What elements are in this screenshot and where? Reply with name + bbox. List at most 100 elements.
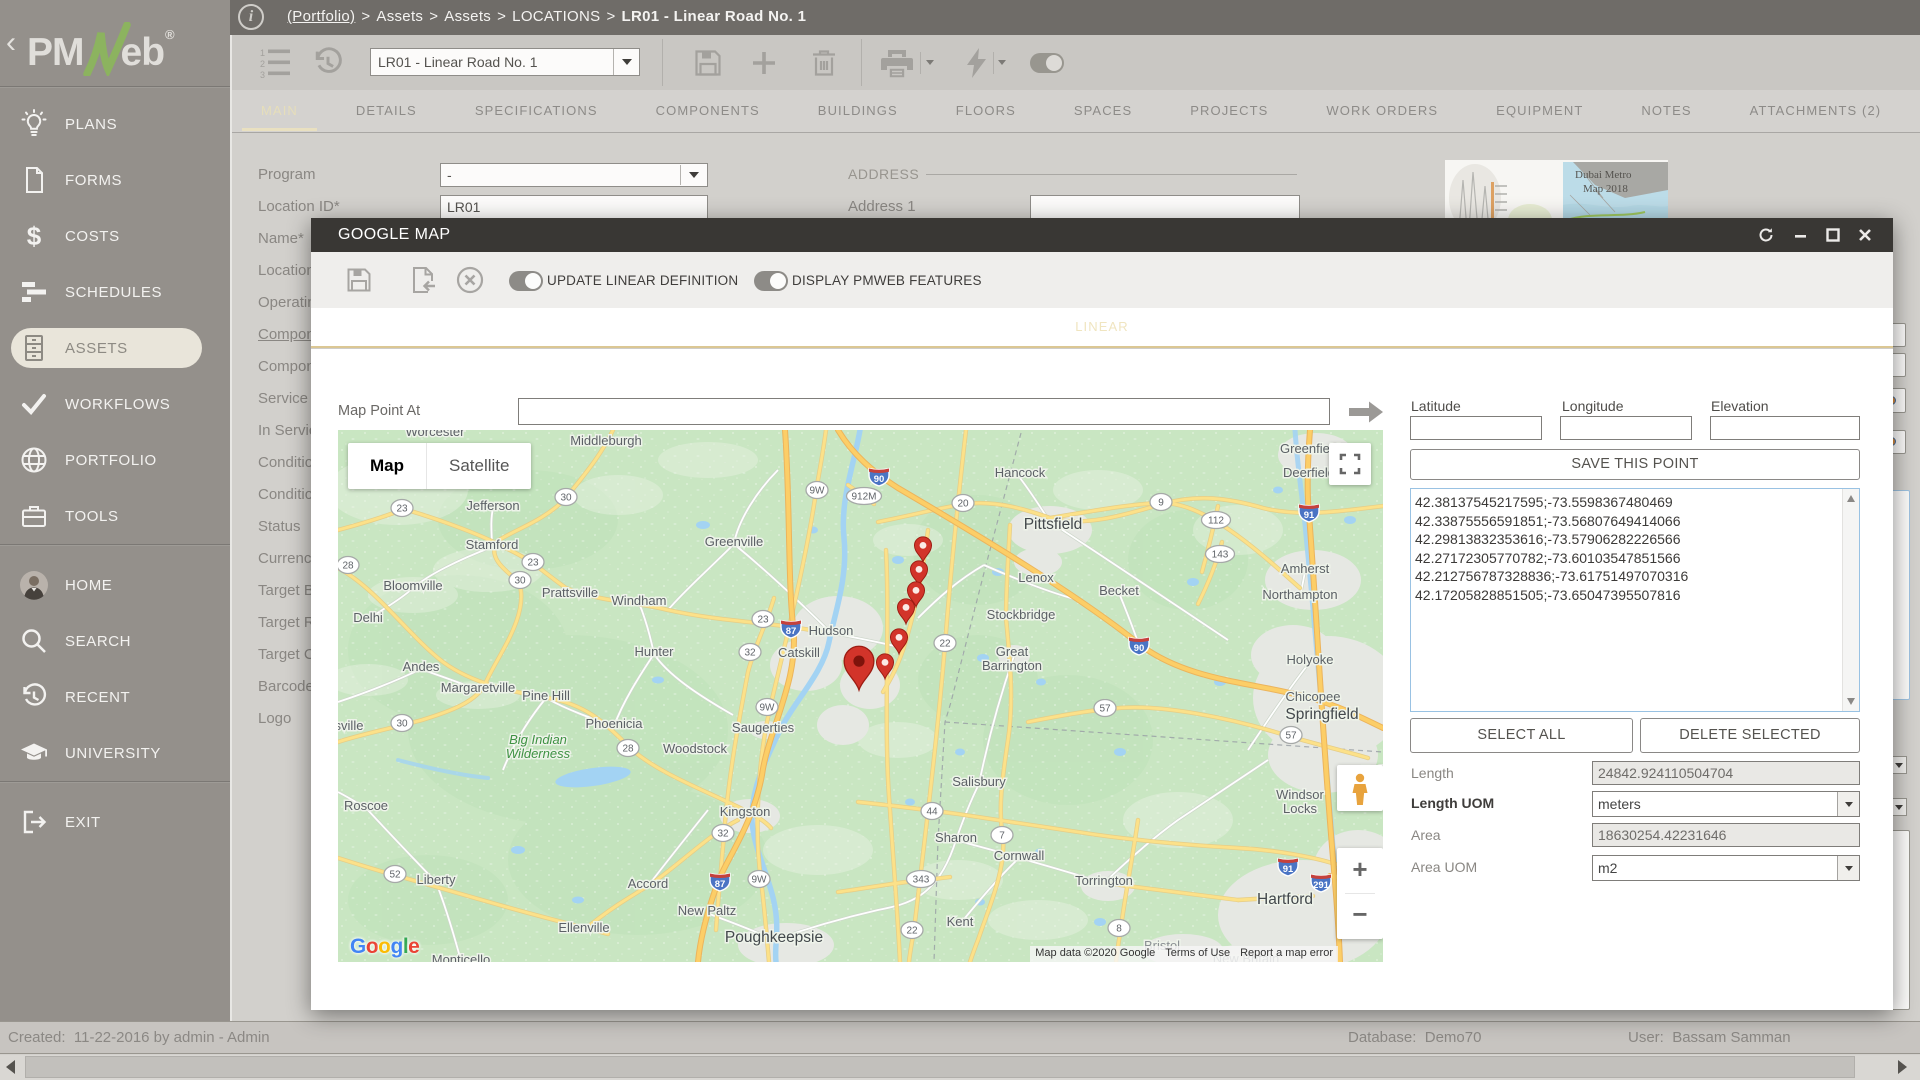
- map-zoom-out-button[interactable]: −: [1337, 899, 1383, 930]
- map-point-input[interactable]: [518, 398, 1330, 425]
- tab-work-orders[interactable]: WORK ORDERS: [1297, 90, 1467, 132]
- delete-selected-button[interactable]: DELETE SELECTED: [1640, 718, 1860, 753]
- breadcrumb-item[interactable]: (Portfolio): [287, 8, 355, 25]
- listbox-scroll-up-arrow[interactable]: [1847, 495, 1855, 502]
- latitude-input[interactable]: [1410, 416, 1542, 440]
- dialog-save-icon[interactable]: [344, 265, 374, 295]
- sidebar-item-tools[interactable]: TOOLS: [0, 488, 230, 544]
- sidebar-item-costs[interactable]: $ COSTS: [0, 208, 230, 264]
- save-this-point-button[interactable]: SAVE THIS POINT: [1410, 449, 1860, 480]
- area-uom-select[interactable]: m2: [1592, 855, 1860, 881]
- svg-text:91: 91: [1283, 864, 1294, 875]
- horizontal-scrollbar[interactable]: [0, 1055, 1920, 1080]
- tab-spaces[interactable]: SPACES: [1045, 90, 1161, 132]
- map-terms-link[interactable]: Terms of Use: [1160, 946, 1236, 962]
- map-town-label: Kingston: [720, 804, 771, 819]
- program-select-arrow[interactable]: [680, 165, 706, 185]
- sidebar-item-home[interactable]: HOME: [0, 557, 230, 613]
- tab-equipment[interactable]: EQUIPMENT: [1467, 90, 1612, 132]
- pmweb-logo[interactable]: PMWeb®: [27, 21, 175, 79]
- dialog-refresh-icon[interactable]: [1758, 227, 1774, 243]
- form-label: Service: [258, 390, 309, 407]
- sidebar-item-schedules[interactable]: SCHEDULES: [0, 264, 230, 320]
- area-uom-arrow[interactable]: [1837, 856, 1859, 880]
- save-icon[interactable]: [691, 47, 725, 79]
- info-icon[interactable]: i: [238, 4, 264, 30]
- location-id-input[interactable]: LR01: [440, 195, 708, 219]
- route-shield: 8: [1107, 918, 1131, 938]
- sidebar-item-label: HOME: [65, 576, 113, 594]
- record-select-arrow[interactable]: [613, 49, 639, 75]
- breadcrumb[interactable]: (Portfolio) > Assets > Assets > LOCATIONS > LR01…: [287, 8, 806, 25]
- print-dropdown-caret[interactable]: [926, 60, 934, 65]
- program-select[interactable]: -: [440, 163, 708, 187]
- map-type-map-button[interactable]: Map: [348, 443, 426, 489]
- listbox-scrollbar[interactable]: [1842, 489, 1859, 711]
- tab-floors[interactable]: FLOORS: [927, 90, 1045, 132]
- actions-dropdown-caret[interactable]: [998, 60, 1006, 65]
- scrollbar-thumb[interactable]: [25, 1056, 1855, 1078]
- tab-linear[interactable]: LINEAR: [1075, 308, 1129, 346]
- tab-projects[interactable]: PROJECTS: [1161, 90, 1297, 132]
- map-point-go-arrow-icon[interactable]: [1347, 397, 1385, 432]
- coordinates-listbox[interactable]: 42.38137545217595;-73.5598367480469 42.3…: [1410, 488, 1860, 712]
- print-icon[interactable]: [877, 48, 917, 80]
- sidebar-item-forms[interactable]: FORMS: [0, 152, 230, 208]
- dialog-minimize-icon[interactable]: [1793, 227, 1809, 243]
- length-uom-arrow[interactable]: [1837, 792, 1859, 816]
- sidebar-item-plans[interactable]: PLANS: [0, 96, 230, 152]
- map-pegman-control[interactable]: [1337, 765, 1383, 811]
- scroll-right-arrow[interactable]: [1898, 1060, 1907, 1074]
- sidebar-item-assets[interactable]: ASSETS: [0, 320, 230, 376]
- display-pmweb-features-toggle[interactable]: [754, 271, 788, 291]
- delete-icon[interactable]: [808, 47, 840, 79]
- longitude-input[interactable]: [1560, 416, 1692, 440]
- dialog-cancel-icon[interactable]: [455, 265, 485, 295]
- tab-specifications[interactable]: SPECIFICATIONS: [446, 90, 627, 132]
- elevation-input[interactable]: [1710, 416, 1860, 440]
- tab-attachments-2[interactable]: ATTACHMENTS (2): [1721, 90, 1911, 132]
- history-icon[interactable]: [310, 46, 346, 80]
- address1-input[interactable]: [1030, 195, 1300, 219]
- google-logo[interactable]: Google: [350, 935, 420, 959]
- tab-main[interactable]: MAIN: [232, 90, 327, 132]
- collapse-sidebar-icon[interactable]: ‹: [6, 28, 16, 58]
- breadcrumb-item[interactable]: Assets: [444, 8, 491, 25]
- sidebar-item-portfolio[interactable]: PORTFOLIO: [0, 432, 230, 488]
- map-point-label: Map Point At: [338, 403, 421, 419]
- dialog-maximize-icon[interactable]: [1825, 227, 1841, 243]
- listbox-scroll-down-arrow[interactable]: [1847, 698, 1855, 705]
- map-report-link[interactable]: Report a map error: [1235, 946, 1338, 962]
- sidebar-item-search[interactable]: SEARCH: [0, 613, 230, 669]
- select-all-button[interactable]: SELECT ALL: [1410, 718, 1633, 753]
- numbered-list-icon[interactable]: 123: [258, 47, 292, 79]
- length-uom-select[interactable]: meters: [1592, 791, 1860, 817]
- map-type-satellite-button[interactable]: Satellite: [426, 443, 531, 489]
- dialog-titlebar[interactable]: GOOGLE MAP: [311, 218, 1893, 252]
- tab-details[interactable]: DETAILS: [327, 90, 446, 132]
- map-fullscreen-button[interactable]: [1329, 443, 1371, 485]
- tab-buildings[interactable]: BUILDINGS: [789, 90, 927, 132]
- google-logo-letter: o: [365, 935, 379, 958]
- toolbar-toggle[interactable]: [1030, 53, 1064, 73]
- sidebar-item-university[interactable]: UNIVERSITY: [0, 725, 230, 781]
- sidebar-divider: [0, 86, 230, 87]
- dialog-close-icon[interactable]: [1857, 227, 1873, 243]
- map-zoom-in-button[interactable]: +: [1337, 854, 1383, 885]
- svg-text:87: 87: [715, 879, 726, 890]
- scroll-left-arrow[interactable]: [6, 1060, 15, 1074]
- breadcrumb-item[interactable]: LOCATIONS: [512, 8, 600, 25]
- record-select[interactable]: LR01 - Linear Road No. 1: [370, 48, 640, 76]
- breadcrumb-separator: >: [361, 8, 371, 25]
- sidebar-item-workflows[interactable]: WORKFLOWS: [0, 376, 230, 432]
- update-linear-definition-toggle[interactable]: [509, 271, 543, 291]
- actions-lightning-icon[interactable]: [961, 47, 991, 79]
- sidebar-item-exit[interactable]: EXIT: [0, 794, 230, 850]
- tab-components[interactable]: COMPONENTS: [627, 90, 789, 132]
- tab-notes[interactable]: NOTES: [1612, 90, 1720, 132]
- dialog-export-icon[interactable]: [408, 265, 438, 295]
- breadcrumb-item[interactable]: Assets: [376, 8, 423, 25]
- sidebar-item-recent[interactable]: RECENT: [0, 669, 230, 725]
- google-map-canvas[interactable]: Worcester Middleburgh Hancock Greenfield Dee…: [338, 430, 1383, 962]
- add-icon[interactable]: [747, 47, 781, 79]
